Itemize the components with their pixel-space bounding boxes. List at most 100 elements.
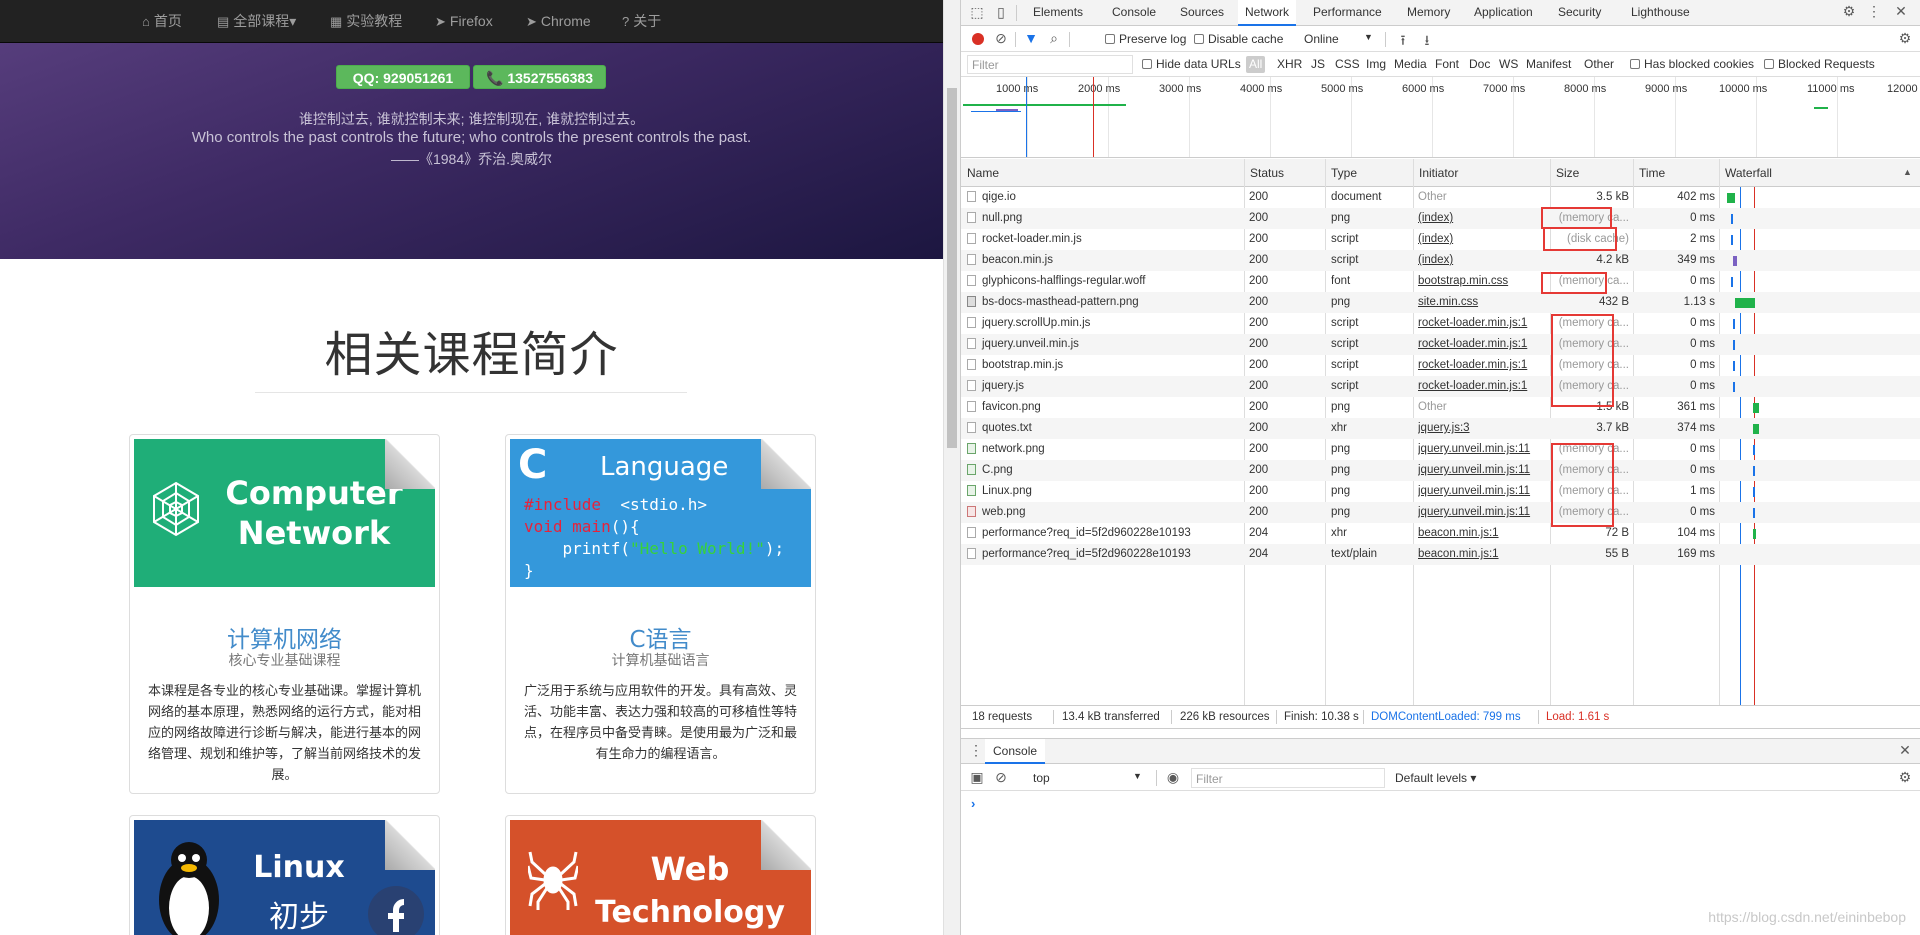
cell-name[interactable]: jquery.unveil.min.js: [967, 334, 1243, 355]
type-filter-xhr[interactable]: XHR: [1277, 57, 1302, 71]
console-prompt[interactable]: ›: [971, 796, 975, 811]
course-card-linux[interactable]: Linux 初步: [129, 815, 440, 935]
type-filter-media[interactable]: Media: [1394, 57, 1427, 71]
table-row[interactable]: glyphicons-halflings-regular.woff 200 font…: [961, 271, 1920, 292]
waterfall-bar[interactable]: [1733, 319, 1735, 329]
cell-initiator[interactable]: (index): [1418, 250, 1548, 271]
waterfall-bar[interactable]: [1735, 298, 1755, 308]
col-header-initiator[interactable]: Initiator: [1415, 159, 1458, 187]
type-filter-img[interactable]: Img: [1366, 57, 1386, 71]
waterfall-bar[interactable]: [1733, 382, 1735, 392]
table-row[interactable]: quotes.txt 200 xhr jquery.js:3 3.7 kB 374 ms: [961, 418, 1920, 439]
table-row[interactable]: rocket-loader.min.js 200 script (index) (dis…: [961, 229, 1920, 250]
cell-name[interactable]: Linux.png: [967, 481, 1243, 502]
drawer-menu-icon[interactable]: ⋮: [969, 742, 983, 759]
search-icon[interactable]: ⌕: [1046, 30, 1062, 47]
cell-name[interactable]: bs-docs-masthead-pattern.png: [967, 292, 1243, 313]
col-header-size[interactable]: Size: [1552, 159, 1579, 187]
table-row[interactable]: jquery.js 200 script rocket-loader.min.js:1…: [961, 376, 1920, 397]
site-scrollbar[interactable]: [943, 0, 960, 935]
table-row[interactable]: performance?req_id=5f2d960228e10193 204 xh…: [961, 523, 1920, 544]
waterfall-bar[interactable]: [1753, 508, 1755, 518]
cell-name[interactable]: glyphicons-halflings-regular.woff: [967, 271, 1243, 292]
tab-console[interactable]: Console: [1106, 0, 1162, 26]
table-row[interactable]: performance?req_id=5f2d960228e10193 204 te…: [961, 544, 1920, 565]
waterfall-bar[interactable]: [1727, 193, 1735, 203]
close-icon[interactable]: ✕: [1893, 3, 1909, 20]
sort-up-icon[interactable]: ▲: [1903, 167, 1912, 177]
type-filter-js[interactable]: JS: [1311, 57, 1325, 71]
console-filter-input[interactable]: Filter: [1191, 768, 1385, 788]
table-row[interactable]: bs-docs-masthead-pattern.png 200 png site.m…: [961, 292, 1920, 313]
nav-all-courses[interactable]: ▤ 全部课程▾: [217, 0, 296, 43]
cell-name[interactable]: web.png: [967, 502, 1243, 523]
cell-name[interactable]: performance?req_id=5f2d960228e10193: [967, 544, 1243, 565]
more-icon[interactable]: ⋮: [1867, 3, 1881, 20]
cell-initiator[interactable]: bootstrap.min.css: [1418, 271, 1548, 292]
network-overview-timeline[interactable]: 1000 ms 2000 ms 3000 ms 4000 ms 5000 ms …: [961, 77, 1920, 158]
waterfall-bar[interactable]: [1733, 256, 1737, 266]
cell-name[interactable]: quotes.txt: [967, 418, 1243, 439]
cell-initiator[interactable]: rocket-loader.min.js:1: [1418, 334, 1548, 355]
site-scroll-thumb[interactable]: [947, 88, 957, 448]
col-header-waterfall[interactable]: Waterfall: [1721, 159, 1772, 187]
cell-name[interactable]: jquery.js: [967, 376, 1243, 397]
cell-initiator[interactable]: rocket-loader.min.js:1: [1418, 376, 1548, 397]
type-filter-other[interactable]: Other: [1584, 57, 1614, 71]
drawer-tab-console[interactable]: Console: [985, 739, 1046, 764]
waterfall-bar[interactable]: [1753, 466, 1755, 476]
cell-initiator[interactable]: jquery.unveil.min.js:11: [1418, 481, 1548, 502]
nav-home[interactable]: ⌂ 首页: [142, 0, 182, 43]
nav-firefox[interactable]: ➤ Firefox: [435, 0, 493, 43]
cell-initiator[interactable]: site.min.css: [1418, 292, 1548, 313]
device-toolbar-icon[interactable]: ▯: [993, 4, 1009, 21]
table-row[interactable]: web.png 200 png jquery.unveil.min.js:11 (mem…: [961, 502, 1920, 523]
sidebar-toggle-icon[interactable]: ▣: [969, 769, 985, 786]
card-title[interactable]: C语言: [506, 620, 815, 654]
col-header-status[interactable]: Status: [1246, 159, 1284, 187]
blocked-cookies-checkbox[interactable]: Has blocked cookies: [1630, 57, 1754, 71]
table-row[interactable]: beacon.min.js 200 script (index) 4.2 kB 349 m…: [961, 250, 1920, 271]
tab-security[interactable]: Security: [1552, 0, 1607, 26]
cell-name[interactable]: beacon.min.js: [967, 250, 1243, 271]
tab-lighthouse[interactable]: Lighthouse: [1625, 0, 1696, 26]
waterfall-bar[interactable]: [1733, 340, 1735, 350]
gear-icon[interactable]: ⚙: [1841, 3, 1857, 20]
waterfall-bar[interactable]: [1753, 445, 1755, 455]
inspect-icon[interactable]: ⬚: [969, 4, 985, 21]
cell-name[interactable]: qige.io: [967, 187, 1243, 208]
waterfall-bar[interactable]: [1731, 235, 1733, 245]
type-filter-css[interactable]: CSS: [1335, 57, 1360, 71]
waterfall-bar[interactable]: [1733, 361, 1735, 371]
tab-memory[interactable]: Memory: [1401, 0, 1456, 26]
col-header-name[interactable]: Name: [963, 159, 999, 187]
log-levels-select[interactable]: Default levels ▾: [1395, 771, 1476, 785]
course-card-web[interactable]: Web Technology: [505, 815, 816, 935]
context-select[interactable]: top ▼: [1033, 771, 1143, 785]
nav-lab-tutorials[interactable]: ▦ 实验教程: [330, 0, 402, 43]
table-row[interactable]: jquery.scrollUp.min.js 200 script rocket-lo…: [961, 313, 1920, 334]
filter-icon[interactable]: ▼: [1023, 30, 1039, 46]
type-filter-manifest[interactable]: Manifest: [1526, 57, 1571, 71]
waterfall-bar[interactable]: [1753, 487, 1755, 497]
cell-name[interactable]: performance?req_id=5f2d960228e10193: [967, 523, 1243, 544]
drawer-close-icon[interactable]: ✕: [1897, 742, 1913, 759]
eye-icon[interactable]: ◉: [1165, 769, 1181, 786]
col-header-type[interactable]: Type: [1327, 159, 1357, 187]
card-title[interactable]: 计算机网络: [130, 620, 439, 654]
tab-network[interactable]: Network: [1238, 0, 1297, 26]
table-row[interactable]: qige.io 200 document Other 3.5 kB 402 ms: [961, 187, 1920, 208]
cell-name[interactable]: bootstrap.min.js: [967, 355, 1243, 376]
cell-initiator[interactable]: jquery.unveil.min.js:11: [1418, 502, 1548, 523]
cell-initiator[interactable]: rocket-loader.min.js:1: [1418, 355, 1548, 376]
waterfall-bar[interactable]: [1753, 529, 1756, 539]
tab-elements[interactable]: Elements: [1027, 0, 1089, 26]
tab-performance[interactable]: Performance: [1307, 0, 1388, 26]
cell-initiator[interactable]: beacon.min.js:1: [1418, 544, 1548, 565]
table-row[interactable]: favicon.png 200 png Other 1.5 kB 361 ms: [961, 397, 1920, 418]
export-har-icon[interactable]: ⭳: [1419, 30, 1435, 54]
filter-input[interactable]: Filter: [967, 55, 1133, 74]
type-filter-font[interactable]: Font: [1435, 57, 1459, 71]
import-har-icon[interactable]: ⭱: [1395, 30, 1411, 54]
waterfall-bar[interactable]: [1753, 403, 1759, 413]
